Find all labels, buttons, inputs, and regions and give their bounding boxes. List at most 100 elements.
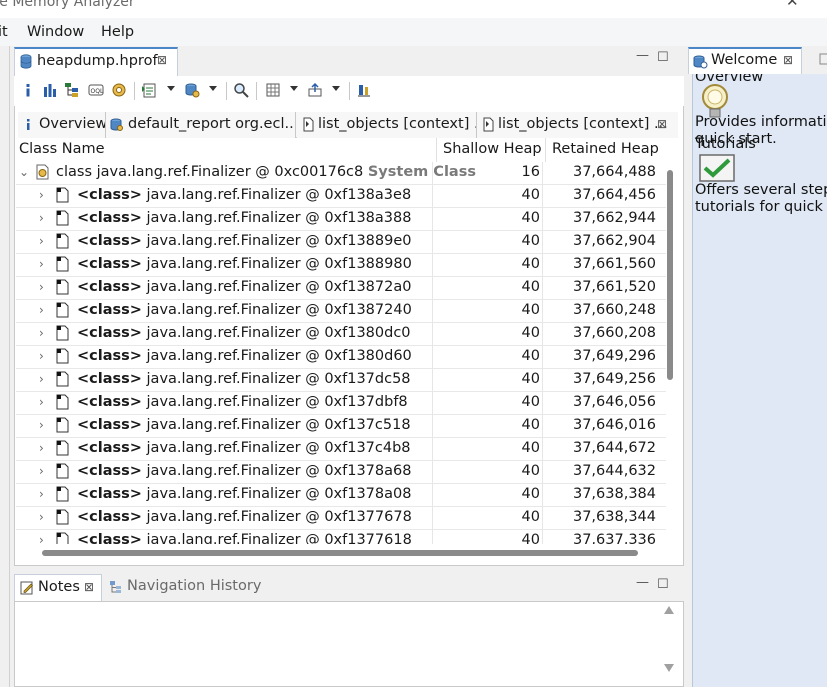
calculator-dropdown-icon[interactable]	[290, 86, 298, 91]
vertical-scroll-thumb[interactable]	[667, 170, 673, 380]
table-row[interactable]: › <class> java.lang.ref.Finalizer @ 0xf13…	[16, 300, 666, 323]
table-row[interactable]: › <class> java.lang.ref.Finalizer @ 0xf13…	[16, 346, 666, 369]
tab-list-objects-1[interactable]: list_objects [context] ...	[297, 112, 477, 138]
collapse-arrow-icon[interactable]: ⌄	[19, 165, 29, 179]
expand-arrow-icon[interactable]: ›	[39, 211, 44, 225]
shallow-heap-value: 40	[521, 279, 540, 295]
expand-arrow-icon[interactable]: ›	[39, 533, 44, 544]
table-row-root[interactable]: ⌄ class java.lang.ref.Finalizer @ 0xc0017…	[16, 162, 666, 185]
column-divider[interactable]	[436, 138, 437, 162]
tab-default-report[interactable]: default_report org.ecl...	[106, 112, 296, 138]
scroll-up-icon[interactable]	[664, 606, 674, 614]
expand-arrow-icon[interactable]: ›	[39, 257, 44, 271]
expand-arrow-icon[interactable]: ›	[39, 487, 44, 501]
expand-arrow-icon[interactable]: ›	[39, 326, 44, 340]
retained-heap-value: 37,649,296	[572, 348, 656, 364]
horizontal-scroll-thumb[interactable]	[42, 550, 638, 556]
menu-help[interactable]: Help	[101, 24, 134, 40]
histogram-icon[interactable]	[42, 82, 58, 98]
dominator-tree-icon[interactable]	[64, 82, 80, 98]
oql-icon[interactable]: OQL	[88, 82, 104, 98]
calculator-icon[interactable]	[265, 82, 281, 98]
info-icon[interactable]	[20, 82, 36, 98]
expand-arrow-icon[interactable]: ›	[39, 372, 44, 386]
object-instance-icon	[56, 417, 69, 433]
toolbar-separator	[349, 82, 350, 100]
menu-window[interactable]: Window	[27, 24, 84, 40]
query-browser-icon[interactable]	[184, 82, 200, 98]
minimize-icon[interactable]: —	[636, 48, 649, 63]
close-icon[interactable]: ⊠	[84, 580, 94, 594]
table-row[interactable]: › <class> java.lang.ref.Finalizer @ 0xf13…	[16, 392, 666, 415]
export-dropdown-icon[interactable]	[332, 86, 340, 91]
table-row[interactable]: › <class> java.lang.ref.Finalizer @ 0xf13…	[16, 208, 666, 231]
retained-heap-value: 37,662,904	[572, 233, 656, 249]
table-row[interactable]: › <class> java.lang.ref.Finalizer @ 0xf13…	[16, 254, 666, 277]
expand-arrow-icon[interactable]: ›	[39, 234, 44, 248]
table-row[interactable]: › <class> java.lang.ref.Finalizer @ 0xf13…	[16, 530, 666, 544]
table-row[interactable]: › <class> java.lang.ref.Finalizer @ 0xf13…	[16, 185, 666, 208]
object-name: java.lang.ref.Finalizer @ 0xf138a388	[146, 210, 412, 226]
close-icon[interactable]: ⊠	[783, 53, 793, 67]
expand-arrow-icon[interactable]: ›	[39, 441, 44, 455]
table-row[interactable]: › <class> java.lang.ref.Finalizer @ 0xf13…	[16, 484, 666, 507]
scroll-down-icon[interactable]	[664, 664, 674, 672]
object-instance-icon	[56, 532, 69, 544]
tab-welcome[interactable]: Welcome ⊠	[688, 47, 802, 74]
expand-arrow-icon[interactable]: ›	[39, 418, 44, 432]
search-icon[interactable]	[233, 82, 249, 98]
expand-arrow-icon[interactable]: ›	[39, 395, 44, 409]
expand-arrow-icon[interactable]: ›	[39, 510, 44, 524]
toolbar-separator	[134, 82, 135, 100]
tab-label: list_objects [context] ...	[318, 116, 477, 132]
thread-overview-icon[interactable]	[111, 82, 127, 98]
maximize-icon[interactable]: ☐	[657, 50, 669, 65]
tutorials-checkmark-icon[interactable]	[699, 154, 735, 182]
table-row[interactable]: › <class> java.lang.ref.Finalizer @ 0xf13…	[16, 507, 666, 530]
table-row[interactable]: › <class> java.lang.ref.Finalizer @ 0xf13…	[16, 438, 666, 461]
view-menu-icon[interactable]	[818, 52, 827, 66]
table-row[interactable]: › <class> java.lang.ref.Finalizer @ 0xf13…	[16, 369, 666, 392]
close-icon[interactable]: ⊠	[657, 117, 667, 131]
tab-list-objects-2[interactable]: list_objects [context] ... ⊠	[477, 112, 678, 138]
object-name: java.lang.ref.Finalizer @ 0xf137c518	[146, 417, 411, 433]
report-icon[interactable]	[141, 82, 157, 98]
table-row[interactable]: › <class> java.lang.ref.Finalizer @ 0xf13…	[16, 461, 666, 484]
table-row[interactable]: › <class> java.lang.ref.Finalizer @ 0xf13…	[16, 415, 666, 438]
tab-label: list_objects [context] ...	[498, 116, 668, 132]
maximize-icon[interactable]: ☐	[657, 577, 669, 592]
tab-overview[interactable]: Overview	[18, 112, 106, 138]
column-class-name[interactable]: Class Name	[19, 141, 105, 157]
expand-arrow-icon[interactable]: ›	[39, 349, 44, 363]
class-name: <class> java.lang.ref.Finalizer @ 0xf137…	[77, 440, 411, 456]
report-dropdown-icon[interactable]	[167, 86, 175, 91]
table-row[interactable]: › <class> java.lang.ref.Finalizer @ 0xf13…	[16, 277, 666, 300]
expand-arrow-icon[interactable]: ›	[39, 280, 44, 294]
column-divider[interactable]	[545, 138, 546, 162]
window-close-icon[interactable]: ✕	[786, 0, 799, 10]
query-dropdown-icon[interactable]	[209, 86, 217, 91]
retained-heap-value: 37,649,256	[572, 371, 656, 387]
menu-edit[interactable]: it	[0, 24, 8, 40]
welcome-tutorials-title[interactable]: Tutorials	[695, 136, 756, 153]
expand-arrow-icon[interactable]: ›	[39, 188, 44, 202]
menu-bar: it Window Help	[0, 18, 827, 46]
class-prefix: <class>	[77, 463, 142, 479]
export-icon[interactable]	[307, 82, 323, 98]
table-row[interactable]: › <class> java.lang.ref.Finalizer @ 0xf13…	[16, 231, 666, 254]
expand-arrow-icon[interactable]: ›	[39, 303, 44, 317]
column-shallow-heap[interactable]: Shallow Heap	[443, 141, 542, 157]
report-icon	[110, 118, 123, 131]
notes-editor[interactable]	[14, 601, 684, 687]
tab-notes[interactable]: Notes ⊠	[14, 574, 102, 601]
pin-icon[interactable]	[356, 82, 372, 98]
minimize-icon[interactable]: —	[636, 575, 649, 590]
editor-tab-heapdump[interactable]: heapdump.hprof ⊠	[14, 47, 178, 76]
close-icon[interactable]: ⊠	[157, 53, 167, 67]
column-retained-heap[interactable]: Retained Heap	[552, 141, 659, 157]
expand-arrow-icon[interactable]: ›	[39, 464, 44, 478]
class-prefix: <class>	[77, 279, 142, 295]
table-row[interactable]: › <class> java.lang.ref.Finalizer @ 0xf13…	[16, 323, 666, 346]
tab-navigation-history[interactable]: Navigation History	[104, 574, 264, 601]
object-instance-icon	[56, 348, 69, 364]
